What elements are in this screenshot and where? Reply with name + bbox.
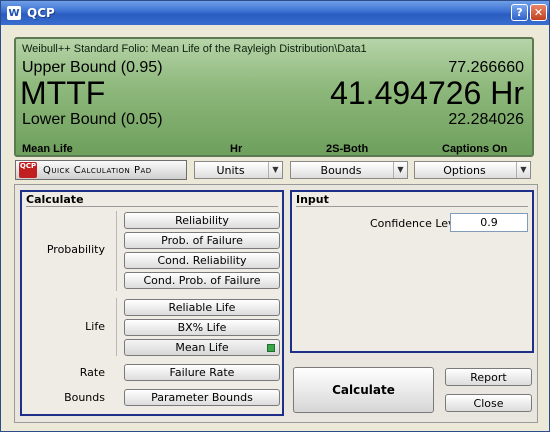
result-label: MTTF xyxy=(20,75,106,111)
folio-path: Weibull++ Standard Folio: Mean Life of t… xyxy=(22,43,367,55)
mean-life-button[interactable]: Mean Life xyxy=(124,339,280,356)
input-panel-title: Input xyxy=(296,193,329,206)
prob-of-failure-button[interactable]: Prob. of Failure xyxy=(124,232,280,249)
close-window-button[interactable]: ✕ xyxy=(530,4,547,21)
bounds-label: Bounds xyxy=(64,391,105,404)
options-dropdown[interactable]: Options ▼ xyxy=(414,161,531,179)
rate-label: Rate xyxy=(79,366,105,379)
cond-prob-of-failure-button[interactable]: Cond. Prob. of Failure xyxy=(124,272,280,289)
window-title: QCP xyxy=(27,6,55,20)
qcp-label: Quick Calculation Pad xyxy=(43,164,152,176)
help-button[interactable]: ? xyxy=(511,4,528,21)
calculate-panel-title: Calculate xyxy=(26,193,84,206)
result-value: 41.494726 Hr xyxy=(330,75,524,111)
selected-indicator-icon xyxy=(267,344,275,352)
group-divider xyxy=(116,211,117,291)
chevron-down-icon: ▼ xyxy=(393,162,407,178)
options-label: Options xyxy=(443,164,486,177)
status-captions: Captions On xyxy=(442,143,508,155)
chevron-down-icon: ▼ xyxy=(516,162,530,178)
units-label: Units xyxy=(216,164,245,177)
mean-life-label: Mean Life xyxy=(175,341,229,354)
qcp-window: W QCP ? ✕ Weibull++ Standard Folio: Mean… xyxy=(0,0,550,432)
cond-reliability-button[interactable]: Cond. Reliability xyxy=(124,252,280,269)
reliability-button[interactable]: Reliability xyxy=(124,212,280,229)
parameter-bounds-button[interactable]: Parameter Bounds xyxy=(124,389,280,406)
reliable-life-button[interactable]: Reliable Life xyxy=(124,299,280,316)
report-button[interactable]: Report xyxy=(445,368,532,386)
quick-calculation-pad-button[interactable]: QCP Quick Calculation Pad xyxy=(15,160,187,180)
divider xyxy=(296,206,528,207)
bounds-label: Bounds xyxy=(320,164,362,177)
status-metric: Mean Life xyxy=(22,143,73,155)
close-button[interactable]: Close xyxy=(445,394,532,412)
status-bounds: 2S-Both xyxy=(326,143,369,155)
units-dropdown[interactable]: Units ▼ xyxy=(194,161,283,179)
probability-label: Probability xyxy=(46,243,105,256)
lower-bound-label: Lower Bound (0.05) xyxy=(22,111,163,128)
title-bar[interactable]: W QCP ? ✕ xyxy=(1,1,549,25)
chevron-down-icon: ▼ xyxy=(268,162,282,178)
status-units: Hr xyxy=(230,143,243,155)
qcp-logo-icon: QCP xyxy=(19,162,37,178)
group-divider xyxy=(116,298,117,356)
app-icon: W xyxy=(7,6,21,20)
lower-bound-value: 22.284026 xyxy=(448,111,524,128)
life-label: Life xyxy=(85,320,105,333)
results-display: Weibull++ Standard Folio: Mean Life of t… xyxy=(14,37,534,157)
confidence-level-input[interactable] xyxy=(450,213,528,232)
calculate-button[interactable]: Calculate xyxy=(293,367,434,413)
failure-rate-button[interactable]: Failure Rate xyxy=(124,364,280,381)
divider xyxy=(26,206,278,207)
bx-life-button[interactable]: BX% Life xyxy=(124,319,280,336)
bounds-dropdown[interactable]: Bounds ▼ xyxy=(290,161,408,179)
